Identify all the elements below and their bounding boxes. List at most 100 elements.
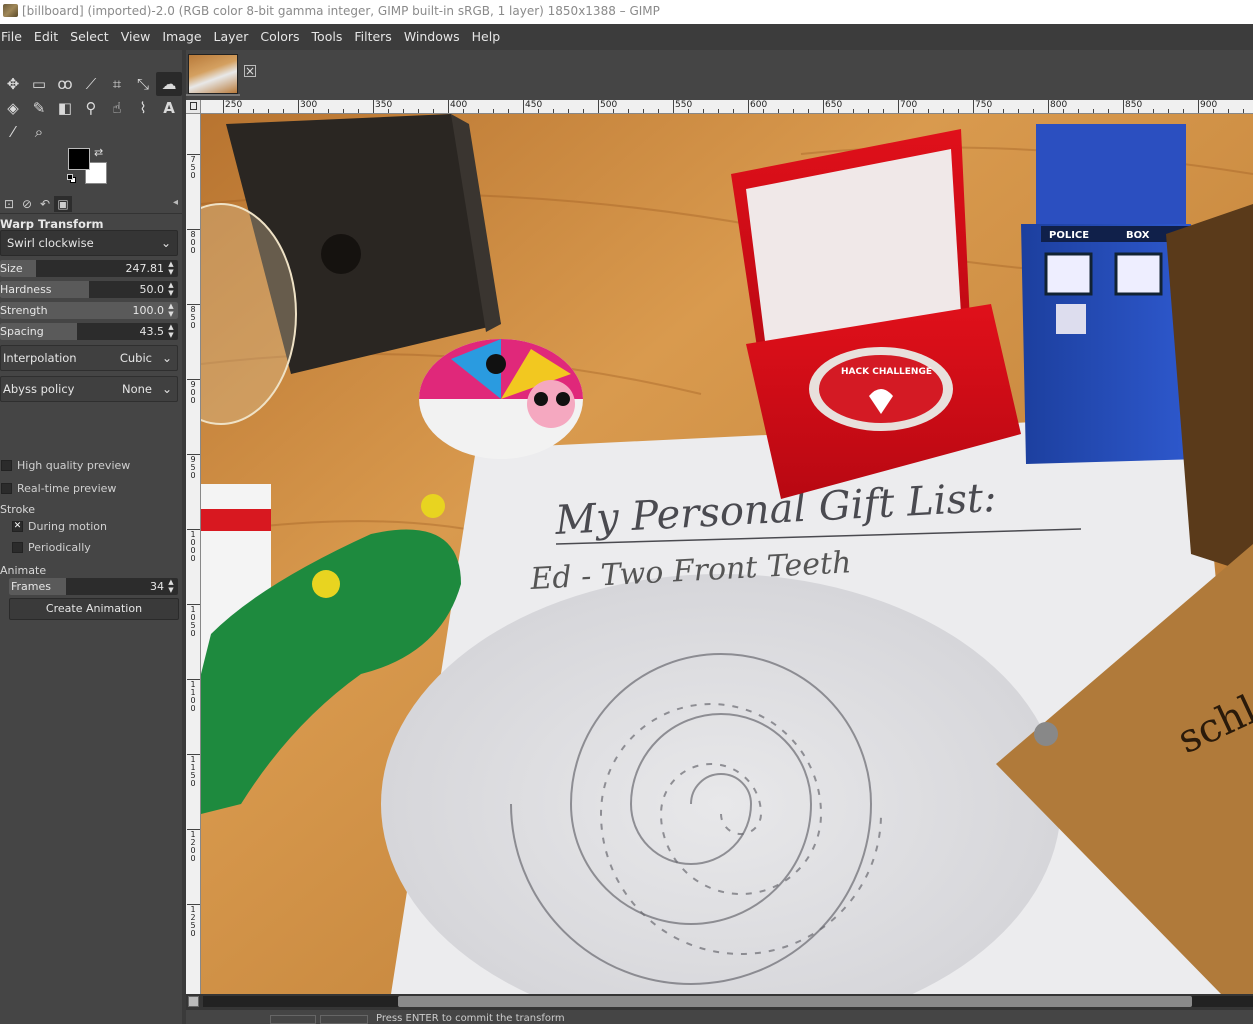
spacing-spinscale[interactable]: Spacing 43.5 ▲ ▼ — [0, 323, 178, 340]
paintbrush-tool-icon[interactable]: ✎ — [26, 96, 52, 120]
navigate-icon[interactable] — [188, 996, 199, 1007]
ruler-minor-tick — [568, 109, 569, 113]
image-thumbnail[interactable] — [188, 54, 238, 94]
tool-options-tab-icon[interactable]: ⊡ — [0, 196, 18, 212]
horizontal-scrollbar[interactable] — [186, 994, 1253, 1010]
ruler-major-tick — [223, 100, 224, 113]
create-animation-button[interactable]: Create Animation — [9, 598, 179, 620]
periodically-checkbox[interactable]: Periodically — [12, 541, 91, 554]
during-motion-checkbox[interactable]: ✕ During motion — [12, 520, 107, 533]
rect-select-tool-icon[interactable]: ▭ — [26, 72, 52, 96]
ruler-major-tick — [1048, 100, 1049, 113]
abyss-policy-select[interactable]: Abyss policy None ⌄ — [0, 376, 178, 402]
scroll-thumb[interactable] — [398, 996, 1192, 1007]
ruler-minor-tick — [493, 109, 494, 113]
bucket-fill-tool-icon[interactable]: ◈ — [0, 96, 26, 120]
images-tab-icon[interactable]: ▣ — [54, 196, 72, 212]
ruler-major-tick — [748, 100, 749, 113]
menu-select[interactable]: Select — [64, 24, 115, 50]
menu-filters[interactable]: Filters — [348, 24, 397, 50]
paths-tool-icon[interactable]: ⌇ — [130, 96, 156, 120]
vertical-ruler[interactable]: 750 800 850 900 950 1000 1050 1100 1150 1200 1250 — [186, 114, 201, 994]
during-motion-label: During motion — [28, 520, 107, 533]
interpolation-value: Cubic — [119, 351, 152, 365]
lasso-tool-icon[interactable]: ꝏ — [52, 72, 78, 96]
image-canvas[interactable]: My Personal Gift List: Ed - Two Front Te… — [201, 114, 1253, 994]
high-quality-preview-checkbox[interactable]: High quality preview — [1, 459, 130, 472]
ruler-label: 1150 — [190, 755, 196, 788]
ruler-major-tick — [523, 100, 524, 113]
dock-tabs: ⊡ ⊘ ↶ ▣ ◂ — [0, 194, 182, 214]
warp-behavior-select[interactable]: Swirl clockwise ⌄ — [0, 230, 178, 256]
frames-spinscale[interactable]: Frames 34 ▲ ▼ — [9, 578, 178, 595]
spacing-label: Spacing — [0, 325, 44, 338]
spin-arrows-icon[interactable]: ▲ ▼ — [166, 260, 176, 276]
ruler-minor-tick — [463, 109, 464, 113]
ruler-minor-tick — [343, 109, 344, 113]
interpolation-label: Interpolation — [3, 351, 77, 365]
menu-tools[interactable]: Tools — [306, 24, 349, 50]
menu-edit[interactable]: Edit — [28, 24, 64, 50]
ruler-label: 850 — [1125, 100, 1143, 110]
menu-file[interactable]: File — [0, 24, 28, 50]
ruler-label: 1050 — [190, 605, 196, 638]
text-tool-icon[interactable]: A — [156, 96, 182, 120]
ruler-major-tick — [973, 100, 974, 113]
ruler-label: 800 — [190, 230, 196, 255]
strength-value: 100.0 — [132, 304, 165, 317]
zoom-select[interactable] — [320, 1015, 368, 1024]
ruler-minor-tick — [358, 109, 359, 113]
device-status-tab-icon[interactable]: ⊘ — [18, 196, 36, 212]
horizontal-ruler[interactable]: 250 300 350 400 450 500 550 600 650 700 750 800 850 9… — [201, 100, 1253, 114]
menu-layer[interactable]: Layer — [208, 24, 255, 50]
dock-menu-icon[interactable]: ◂ — [173, 197, 178, 208]
ruler-major-tick — [1198, 100, 1199, 113]
spin-arrows-icon[interactable]: ▲ ▼ — [166, 281, 176, 297]
menu-help[interactable]: Help — [466, 24, 507, 50]
warp-transform-tool-icon[interactable]: ☁ — [156, 72, 182, 96]
ruler-minor-tick — [643, 109, 644, 113]
ruler-label: 1250 — [190, 905, 196, 938]
foreground-color-swatch[interactable] — [68, 148, 90, 170]
unified-transform-tool-icon[interactable]: ⤡ — [130, 72, 156, 96]
spin-arrows-icon[interactable]: ▲ ▼ — [166, 302, 176, 318]
window-title: [billboard] (imported)-2.0 (RGB color 8-… — [22, 4, 660, 18]
ruler-minor-tick — [583, 109, 584, 113]
smudge-tool-icon[interactable]: ☝ — [104, 96, 130, 120]
unit-select[interactable] — [270, 1015, 316, 1024]
size-value: 247.81 — [125, 262, 165, 275]
interpolation-select[interactable]: Interpolation Cubic ⌄ — [0, 345, 178, 371]
ruler-minor-tick — [328, 109, 329, 113]
ruler-minor-tick — [1183, 109, 1184, 113]
ruler-label: 850 — [190, 305, 196, 330]
clone-tool-icon[interactable]: ⚲ — [78, 96, 104, 120]
swap-colors-icon[interactable]: ⇄ — [94, 146, 103, 159]
ruler-minor-tick — [913, 109, 914, 113]
close-image-icon[interactable]: × — [244, 65, 256, 77]
hardness-spinscale[interactable]: Hardness 50.0 ▲ ▼ — [0, 281, 178, 298]
strength-spinscale[interactable]: Strength 100.0 ▲ ▼ — [0, 302, 178, 319]
spin-arrows-icon[interactable]: ▲ ▼ — [166, 323, 176, 339]
quick-mask-toggle[interactable] — [186, 100, 201, 114]
menu-windows[interactable]: Windows — [398, 24, 466, 50]
move-tool-icon[interactable]: ✥ — [0, 72, 26, 96]
real-time-preview-checkbox[interactable]: Real-time preview — [1, 482, 116, 495]
spin-arrows-icon[interactable]: ▲ ▼ — [166, 578, 176, 594]
menu-colors[interactable]: Colors — [254, 24, 305, 50]
zoom-tool-icon[interactable]: ⌕ — [26, 120, 52, 144]
tool-row-3: ⁄ ⌕ — [0, 120, 52, 144]
ruler-minor-tick — [1003, 109, 1004, 113]
menu-image[interactable]: Image — [156, 24, 207, 50]
ruler-minor-tick — [853, 109, 854, 113]
menu-view[interactable]: View — [115, 24, 157, 50]
tool-row-2: ◈ ✎ ◧ ⚲ ☝ ⌇ A — [0, 96, 182, 120]
crop-tool-icon[interactable]: ⌗ — [104, 72, 130, 96]
ruler-minor-tick — [553, 109, 554, 113]
eraser-tool-icon[interactable]: ◧ — [52, 96, 78, 120]
color-picker-tool-icon[interactable]: ⁄ — [0, 120, 26, 144]
default-colors-icon[interactable] — [67, 174, 77, 184]
fuzzy-select-tool-icon[interactable]: ⟋ — [78, 72, 104, 96]
size-spinscale[interactable]: Size 247.81 ▲ ▼ — [0, 260, 178, 277]
menu-bar: File Edit Select View Image Layer Colors… — [0, 24, 1253, 50]
undo-history-tab-icon[interactable]: ↶ — [36, 196, 54, 212]
